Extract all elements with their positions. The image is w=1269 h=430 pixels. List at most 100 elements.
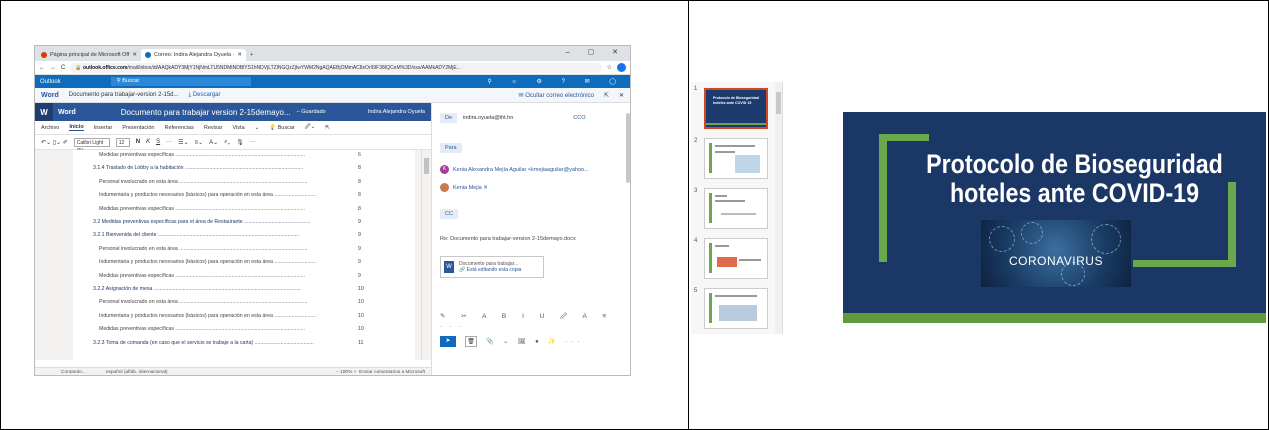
- outlook-word-screenshot: Página principal de Microsoft Off ✕ Corre…: [34, 45, 631, 376]
- slide-thumb-2[interactable]: [704, 138, 768, 179]
- toc-line[interactable]: Indumentaria y productos necesarios (bás…: [73, 259, 361, 266]
- main-slide[interactable]: Protocolo de Bioseguridad hoteles ante C…: [843, 112, 1266, 323]
- underline-button[interactable]: S: [156, 139, 160, 145]
- to-label[interactable]: Para: [440, 143, 462, 153]
- status-language[interactable]: español (alfab. internacional): [106, 370, 168, 375]
- toc-line[interactable]: Personal involucrado en esta área ......…: [73, 245, 361, 252]
- word-format-toolbar: ↶⌄ ▯⌄ ✐ Calibri Light (Tí... 12 N K S ··…: [35, 135, 431, 154]
- attachment-card[interactable]: W Documento para trabajar... 🔗 Está edit…: [440, 256, 544, 278]
- toc-line[interactable]: 3.2 Medidas preventivas específicas para…: [73, 219, 361, 225]
- download-button[interactable]: ⤓ Descargar: [189, 92, 221, 99]
- url-field[interactable]: 🔒 outlook.office.com/mail/inbox/id/AAQkA…: [70, 62, 602, 73]
- toc-text: Personal involucrado en esta área ......…: [99, 299, 308, 306]
- word-file-icon: W: [444, 261, 454, 273]
- cco-button[interactable]: CCO: [573, 115, 585, 121]
- undo-group[interactable]: ↶⌄ ▯⌄ ✐: [41, 139, 68, 146]
- green-frame-bottom: [1133, 260, 1236, 267]
- toc-line[interactable]: Indumentaria y productos necesarios (bás…: [73, 313, 364, 319]
- window-controls[interactable]: – ▢ ✕: [566, 48, 626, 56]
- word-scrollbar[interactable]: [421, 150, 431, 360]
- tab-referencias[interactable]: Referencias: [164, 125, 193, 131]
- recipient-chip[interactable]: Kenia Mejia ✕: [440, 183, 488, 192]
- mail-scrollbar[interactable]: [626, 113, 630, 183]
- slide-number: 3: [694, 188, 698, 194]
- saved-status: – Guardado: [296, 109, 326, 115]
- close-icon[interactable]: ✕: [619, 92, 624, 99]
- bold-button[interactable]: N: [136, 139, 140, 145]
- toc-line[interactable]: Medidas preventivas específicas ........…: [73, 152, 361, 158]
- toc-line[interactable]: Personal involucrado en esta área ......…: [73, 299, 364, 306]
- mail-format-toolbar[interactable]: ✎ ✂ A B I U 🖉 A ≡ ···: [440, 312, 630, 330]
- slide-thumb-1[interactable]: Protocolo de Bioseguridad hoteles ante C…: [704, 88, 768, 129]
- thumb-title: Protocolo de Bioseguridad hoteles ante C…: [713, 96, 759, 105]
- toc-line[interactable]: Personal involucrado en esta área ......…: [73, 179, 361, 185]
- subject-field[interactable]: Re: Documento para trabajar-version 2-15…: [440, 236, 576, 242]
- from-label[interactable]: De: [440, 113, 458, 123]
- slide-thumb-5[interactable]: [704, 288, 768, 329]
- back-icon[interactable]: ←: [39, 65, 45, 71]
- thumbnail-scrollbar[interactable]: [775, 82, 782, 334]
- forward-icon[interactable]: →: [50, 65, 56, 71]
- from-address: indira.oyuela@iht.hn: [463, 115, 514, 121]
- outlook-brand[interactable]: Outlook: [40, 79, 61, 85]
- more-format-button[interactable]: ···: [166, 139, 172, 145]
- document-page[interactable]: Medidas preventivas específicas ........…: [73, 150, 415, 360]
- align-button[interactable]: ≡⌄: [195, 139, 204, 146]
- cc-label[interactable]: CC: [440, 209, 458, 219]
- ribbon-search[interactable]: 💡 Buscar: [269, 125, 295, 131]
- browser-tab-office[interactable]: Página principal de Microsoft Off ✕: [37, 49, 141, 61]
- toc-line[interactable]: 3.1.4 Traslado de Lobby a la habitación …: [73, 165, 361, 171]
- bullets-button[interactable]: ☰⌄: [178, 139, 188, 146]
- slide-thumb-4[interactable]: [704, 238, 768, 279]
- outlook-search[interactable]: ⚲ Buscar: [110, 77, 251, 86]
- tab-revisar[interactable]: Revisar: [204, 125, 223, 131]
- find-button[interactable]: ⌕⌄: [224, 139, 230, 146]
- compose-extra-icons[interactable]: 📎 ⌄ 🖼 ● ✨ ···: [486, 338, 584, 345]
- toc-line[interactable]: 3.2.3 Toma de comanda (en caso que el se…: [73, 340, 363, 346]
- ribbon-more[interactable]: ⌄: [255, 125, 260, 131]
- font-select[interactable]: Calibri Light (Tí...: [73, 137, 110, 154]
- editing-mode[interactable]: 🖉⌄: [305, 123, 315, 132]
- slide-thumb-3[interactable]: [704, 188, 768, 229]
- outlook-header-icons[interactable]: ⚲ ☼ ⚙ ? ✉ ◯: [487, 78, 625, 85]
- powerpoint-screenshot: 1 Protocolo de Bioseguridad hoteles ante…: [691, 82, 1266, 334]
- profile-avatar[interactable]: [617, 63, 626, 72]
- new-tab-button[interactable]: +: [246, 49, 257, 61]
- popout-icon[interactable]: ⇱: [604, 92, 609, 99]
- toc-line[interactable]: 3.2.1 Bienvenida del cliente ...........…: [73, 232, 361, 238]
- recipient-chip[interactable]: K Kenia Alexandra Mejía Aguilar <kmejiaa…: [440, 165, 589, 174]
- toc-text: 3.2.2 Asignación de mesa ...............…: [93, 286, 301, 292]
- toc-line[interactable]: Medidas preventivas específicas ........…: [73, 206, 361, 212]
- tab-presentacion[interactable]: Presentación: [122, 125, 154, 131]
- word-doc-title[interactable]: Documento para trabajar version 2-15dema…: [121, 108, 291, 117]
- toc-line[interactable]: 3.2.2 Asignación de mesa ...............…: [73, 286, 364, 292]
- reload-icon[interactable]: C: [61, 65, 65, 71]
- font-size-select[interactable]: 12: [115, 137, 130, 147]
- tab-insertar[interactable]: Insertar: [94, 125, 113, 131]
- overflow-button[interactable]: ···: [250, 139, 256, 145]
- image-caption: CORONAVIRUS: [1009, 254, 1103, 268]
- dictate-icon[interactable]: 🎙: [236, 139, 244, 146]
- ribbon-expand[interactable]: ⇱: [325, 125, 330, 131]
- tab-archivo[interactable]: Archivo: [41, 125, 59, 131]
- toc-line[interactable]: Indumentaria y productos necesarios (bás…: [73, 192, 361, 198]
- green-frame-top: [879, 134, 929, 141]
- discard-button[interactable]: 🗑: [465, 336, 477, 347]
- tab-vista[interactable]: Vista: [233, 125, 245, 131]
- toc-page-number: 10: [358, 286, 364, 292]
- italic-button[interactable]: K: [146, 139, 150, 145]
- star-icon[interactable]: ☆: [607, 64, 612, 71]
- toc-line[interactable]: Medidas preventivas específicas ........…: [73, 326, 364, 332]
- send-button[interactable]: ➤: [440, 336, 456, 347]
- tab-inicio[interactable]: Inicio: [69, 124, 84, 131]
- word-ribbon-tabs: Archivo Inicio Insertar Presentación Ref…: [35, 121, 431, 135]
- browser-tab-outlook[interactable]: Correo: Indira Alejandra Oyuela · ✕: [141, 49, 247, 61]
- styles-button[interactable]: A⌄: [209, 139, 218, 146]
- zoom-control[interactable]: – 100% + Enviar comentarios a Microsoft: [336, 370, 425, 375]
- slide-number: 2: [694, 138, 698, 144]
- word-user[interactable]: Indira Alejandra Oyuela: [368, 109, 425, 115]
- toc-text: Indumentaria y productos necesarios (bás…: [99, 259, 317, 266]
- toc-text: Personal involucrado en esta área ......…: [99, 245, 308, 252]
- hide-mail-button[interactable]: ✉ Ocultar correo electrónico: [519, 92, 594, 99]
- toc-line[interactable]: Medidas preventivas específicas ........…: [73, 273, 361, 279]
